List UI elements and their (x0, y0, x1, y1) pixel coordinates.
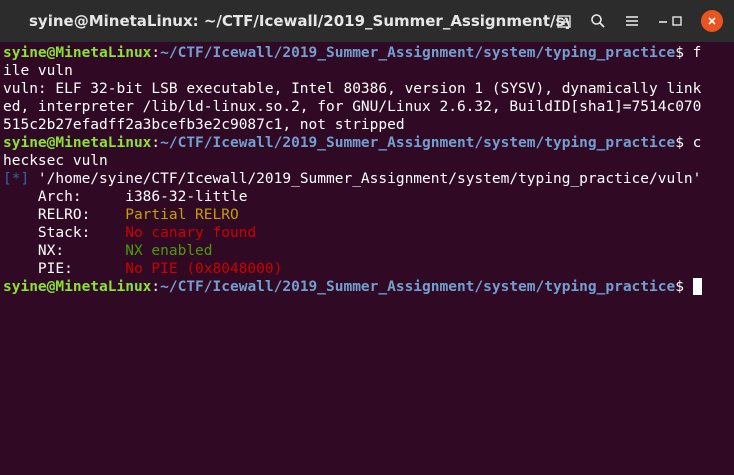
search-button[interactable] (585, 8, 611, 34)
prompt-user: syine@MinetaLinux (3, 135, 152, 151)
title-bar[interactable]: syine@MinetaLinux: ~/CTF/Icewall/2019_Su… (0, 0, 734, 42)
prompt-colon: : (151, 45, 161, 61)
checksec-nx: NX: NX enabled (3, 242, 734, 260)
prompt-command: $ f (675, 45, 702, 61)
prompt-line: syine@MinetaLinux:~/CTF/Icewall/2019_Sum… (3, 134, 734, 152)
menu-button[interactable] (619, 8, 645, 34)
prompt-user: syine@MinetaLinux (3, 45, 152, 61)
stack-key: Stack: (3, 225, 126, 241)
prompt-path: ~/CTF/Icewall/2019_Summer_Assignment/sys… (160, 135, 676, 151)
relro-value: Partial RELRO (125, 207, 239, 223)
prompt-colon: : (151, 135, 161, 151)
new-tab-icon (557, 15, 571, 28)
checksec-relro: RELRO: Partial RELRO (3, 206, 734, 224)
close-button[interactable] (701, 10, 723, 32)
close-icon (708, 17, 716, 25)
pie-key: PIE: (3, 261, 126, 277)
output-line: [*] '/home/syine/CTF/Icewall/2019_Summer… (3, 170, 734, 188)
output-line: ed, interpreter /lib/ld-linux.so.2, for … (3, 99, 702, 115)
file-path: '/home/syine/CTF/Icewall/2019_Summer_Ass… (29, 171, 702, 187)
prompt-colon: : (151, 279, 161, 295)
text-cursor (692, 278, 702, 295)
prompt-line: syine@MinetaLinux:~/CTF/Icewall/2019_Sum… (3, 278, 734, 296)
prompt-line: syine@MinetaLinux:~/CTF/Icewall/2019_Sum… (3, 44, 734, 62)
arch-value: i386-32-little (125, 189, 248, 205)
nx-value: NX enabled (125, 243, 213, 259)
checksec-arch: Arch: i386-32-little (3, 188, 734, 206)
relro-key: RELRO: (3, 207, 126, 223)
command-continuation: hecksec vuln (3, 153, 108, 169)
info-marker: [*] (3, 171, 30, 187)
stack-value: No canary found (125, 225, 257, 241)
window-title: syine@MinetaLinux: ~/CTF/Icewall/2019_Su… (29, 12, 569, 30)
search-icon (591, 14, 605, 28)
arch-key: Arch: (3, 189, 126, 205)
pie-value: No PIE (0x8048000) (125, 261, 283, 277)
output-line: vuln: ELF 32-bit LSB executable, Intel 8… (3, 81, 702, 97)
terminal-window: syine@MinetaLinux: ~/CTF/Icewall/2019_Su… (0, 0, 734, 475)
prompt-path: ~/CTF/Icewall/2019_Summer_Assignment/sys… (160, 279, 676, 295)
maximize-button[interactable] (664, 8, 690, 34)
command-continuation: ile vuln (3, 63, 73, 79)
prompt-command: $ (675, 279, 693, 295)
prompt-command: $ c (675, 135, 702, 151)
terminal-output[interactable]: syine@MinetaLinux:~/CTF/Icewall/2019_Sum… (0, 42, 734, 475)
menu-icon (626, 16, 638, 26)
maximize-icon (672, 16, 682, 26)
prompt-user: syine@MinetaLinux (3, 279, 152, 295)
checksec-stack: Stack: No canary found (3, 224, 734, 242)
checksec-pie: PIE: No PIE (0x8048000) (3, 260, 734, 278)
nx-key: NX: (3, 243, 126, 259)
output-line: 515c2b27efadff2a3bcefb3e2c9087c1, not st… (3, 117, 405, 133)
new-tab-button[interactable] (551, 8, 577, 34)
prompt-path: ~/CTF/Icewall/2019_Summer_Assignment/sys… (160, 45, 676, 61)
